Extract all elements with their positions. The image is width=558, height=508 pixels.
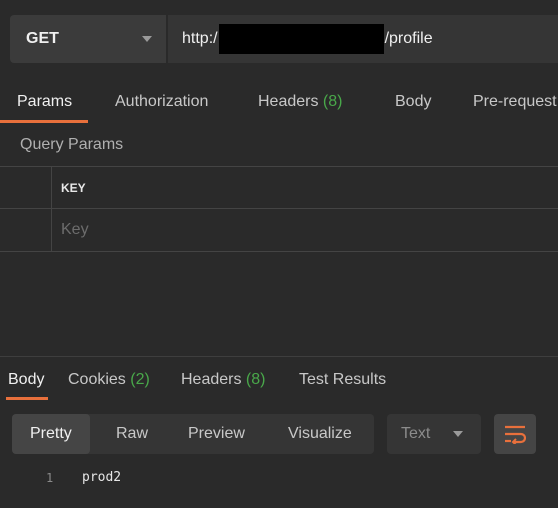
params-table: KEY [0,166,558,252]
redacted-block [218,24,384,54]
format-pretty-button[interactable]: Pretty [12,414,90,454]
url-prefix: http:/ [182,30,218,47]
tab-body[interactable]: Body [395,85,431,123]
tab-authorization-label: Authorization [115,93,209,110]
url-suffix: /profile [384,30,433,47]
response-tab-cookies[interactable]: Cookies (2) [68,371,150,399]
tab-pre-request-label: Pre-request [473,93,557,110]
table-header-row: KEY [0,167,558,209]
response-tab-test-results[interactable]: Test Results [299,371,386,399]
request-tabs: Params Authorization Headers (8) Body Pr… [0,85,558,123]
response-type-select[interactable]: Text [387,414,481,454]
method-label: GET [26,30,59,47]
wrap-lines-icon [505,425,526,444]
format-raw-button[interactable]: Raw [116,414,148,454]
response-divider[interactable] [0,356,558,357]
line-number: 1 [46,471,54,485]
query-params-label: Query Params [20,136,124,153]
format-button-group: Pretty Raw Preview Visualize [12,414,374,454]
method-select[interactable]: GET [10,15,166,63]
response-tab-test-results-label: Test Results [299,371,387,388]
response-tab-body[interactable]: Body [5,371,49,400]
response-body-line: prod2 [82,470,122,485]
response-tab-cookies-label: Cookies [68,371,131,388]
tab-headers-label: Headers [258,93,323,110]
wrap-lines-button[interactable] [494,414,536,454]
response-tab-cookies-count: (2) [130,371,150,388]
response-tab-headers[interactable]: Headers (8) [181,371,265,399]
tab-body-label: Body [395,93,432,110]
format-visualize-button[interactable]: Visualize [288,414,352,454]
tab-pre-request[interactable]: Pre-request [473,85,557,123]
column-divider [51,209,52,251]
chevron-down-icon [142,36,152,42]
url-bar: GET http:/ /profile [10,15,558,63]
tab-params-label: Params [17,93,73,110]
response-tab-headers-count: (8) [245,371,266,388]
table-row [0,209,558,251]
tab-headers[interactable]: Headers (8) [258,85,342,123]
chevron-down-icon [453,431,463,437]
tab-params[interactable]: Params [0,85,89,123]
response-type-label: Text [401,425,431,442]
column-divider [51,167,52,208]
response-tab-body-label: Body [8,371,45,388]
tab-authorization[interactable]: Authorization [115,85,208,123]
format-preview-button[interactable]: Preview [188,414,245,454]
column-header-key: KEY [61,181,86,195]
response-tab-headers-label: Headers [181,371,246,388]
key-input[interactable] [61,221,361,239]
tab-headers-count: (8) [322,93,343,110]
url-input[interactable]: http:/ /profile [166,15,558,63]
